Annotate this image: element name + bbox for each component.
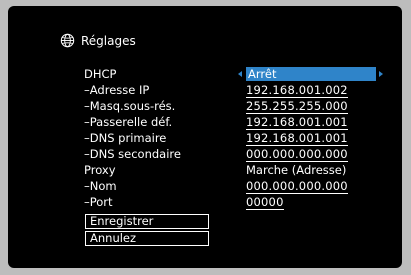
gateway-field[interactable]: 192.168.001.001 [246, 116, 348, 130]
globe-icon [60, 33, 75, 48]
primary-dns-field[interactable]: 192.168.001.001 [246, 132, 348, 146]
proxy-label: Proxy [84, 163, 116, 177]
subnet-mask-field[interactable]: 255.255.255.000 [246, 100, 348, 114]
arrow-right-icon[interactable] [379, 71, 383, 77]
ip-address-label: –Adresse IP [84, 83, 150, 97]
proxy-value[interactable]: Marche (Adresse) [246, 164, 346, 177]
gateway-label: –Passerelle déf. [84, 115, 173, 129]
page-title: Réglages [60, 33, 136, 48]
page-title-text: Réglages [81, 33, 136, 48]
primary-dns-label: –DNS primaire [84, 131, 167, 145]
proxy-port-field[interactable]: 00000 [246, 196, 284, 210]
ip-address-field[interactable]: 192.168.001.002 [246, 84, 348, 98]
cancel-button[interactable]: Annulez [85, 231, 209, 246]
subnet-mask-label: –Masq.sous-rés. [84, 99, 176, 113]
secondary-dns-label: –DNS secondaire [84, 147, 181, 161]
proxy-name-label: –Nom [84, 179, 117, 193]
proxy-port-label: –Port [84, 195, 113, 209]
proxy-name-field[interactable]: 000.000.000.000 [246, 180, 348, 194]
save-button[interactable]: Enregistrer [85, 214, 209, 229]
dhcp-label: DHCP [84, 67, 117, 81]
dhcp-value: Arrêt [246, 67, 376, 81]
dhcp-selector[interactable]: Arrêt [236, 67, 386, 81]
secondary-dns-field[interactable]: 000.000.000.000 [246, 148, 348, 162]
settings-screen: Réglages DHCP Arrêt –Adresse IP 192.168.… [8, 6, 402, 268]
arrow-left-icon[interactable] [238, 71, 242, 77]
